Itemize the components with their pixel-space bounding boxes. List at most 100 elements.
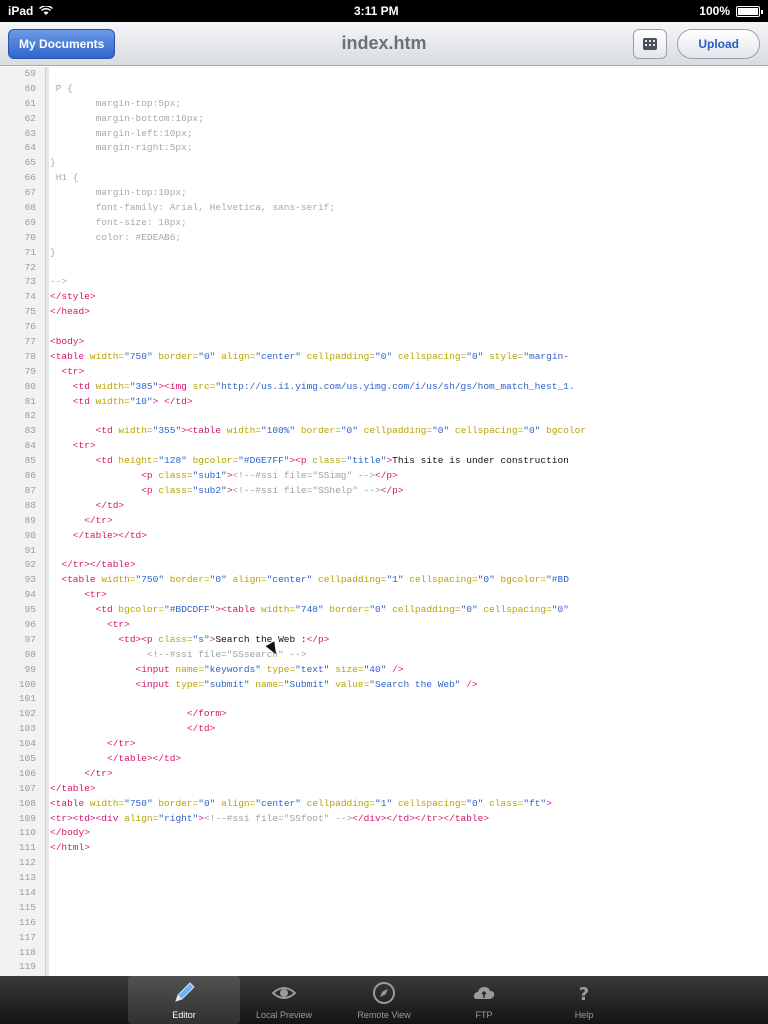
code-line[interactable]: 116 xyxy=(0,916,768,931)
code-line[interactable]: 74 </style> xyxy=(0,290,768,305)
line-number: 113 xyxy=(18,872,36,884)
code-line[interactable]: 106 </tr> xyxy=(0,767,768,782)
code-token: </p> xyxy=(380,484,404,496)
code-line[interactable]: 101 xyxy=(0,692,768,707)
code-line[interactable]: 80 <td width="385"><img src="http://us.i… xyxy=(0,380,768,395)
code-line[interactable]: 82 xyxy=(0,409,768,424)
tab-label: Editor xyxy=(172,1010,196,1020)
code-line[interactable]: 102 </form> xyxy=(0,707,768,722)
code-token: border= xyxy=(158,350,199,362)
tab-local-preview[interactable]: Local Preview xyxy=(228,976,340,1024)
code-text: P { xyxy=(40,82,73,97)
keyboard-button[interactable] xyxy=(633,28,668,59)
code-line[interactable]: 109 <tr><td><div align="right"><!--#ssi f… xyxy=(0,812,768,827)
line-number: 92 xyxy=(24,559,36,571)
code-token: <p xyxy=(50,470,159,482)
code-line[interactable]: 85 <td height="128" bgcolor="#D6E7FF"><p… xyxy=(0,454,768,469)
code-line[interactable]: 83 <td width="355"><table width="100%" b… xyxy=(0,424,768,439)
code-token: "750" xyxy=(124,350,159,362)
code-line[interactable]: 81 <td width="10"> </td> xyxy=(0,395,768,410)
line-number: 112 xyxy=(18,857,36,869)
code-line[interactable]: 92 </tr></table> xyxy=(0,558,768,573)
code-line[interactable]: 90 </table></td> xyxy=(0,529,768,544)
code-line[interactable]: 76 xyxy=(0,320,768,335)
code-token: <body> xyxy=(50,336,85,348)
code-line[interactable]: 108 <table width="750" border="0" align="… xyxy=(0,797,768,812)
code-token: font-size: 18px; xyxy=(50,216,187,228)
code-line[interactable]: 70 color: #EDEAB6; xyxy=(0,231,768,246)
code-line[interactable]: 110 </body> xyxy=(0,826,768,841)
code-line[interactable]: 98 <!--#ssi file="SSsearch" --> xyxy=(0,648,768,663)
code-line[interactable]: 103 </td> xyxy=(0,722,768,737)
code-text: <table width="750" border="0" align="cen… xyxy=(40,350,569,365)
tab-remote-view[interactable]: Remote View xyxy=(328,976,440,1024)
code-text: </td> xyxy=(40,499,125,514)
code-area[interactable]: 59 60 P {61 margin-top:5px; 62 margin-bott… xyxy=(0,67,768,976)
upload-button[interactable]: Upload xyxy=(677,28,760,59)
code-text: </table></td> xyxy=(40,529,147,544)
code-line[interactable]: 86 <p class="sub1"><!--#ssi file="SSimg"… xyxy=(0,469,768,484)
code-line[interactable]: 64 margin-right:5px; xyxy=(0,141,768,156)
code-line[interactable]: 117 xyxy=(0,931,768,946)
code-text: <td><p class="s">Search the Web :</p> xyxy=(40,633,329,648)
code-token: width= xyxy=(260,604,296,616)
code-line[interactable]: 68 font-family: Arial, Helvetica, sans-s… xyxy=(0,201,768,216)
code-line[interactable]: 113 xyxy=(0,871,768,886)
code-line[interactable]: 79 <tr> xyxy=(0,365,768,380)
code-line[interactable]: 60 P { xyxy=(0,82,768,97)
code-line[interactable]: 89 </tr> xyxy=(0,514,768,529)
code-line[interactable]: 67 margin-top:10px; xyxy=(0,186,768,201)
code-line[interactable]: 73 --> xyxy=(0,275,768,290)
code-line[interactable]: 114 xyxy=(0,886,768,901)
line-number: 101 xyxy=(18,693,36,705)
code-line[interactable]: 78 <table width="750" border="0" align="c… xyxy=(0,350,768,365)
code-line[interactable]: 63 margin-left:10px; xyxy=(0,127,768,142)
code-line[interactable]: 84 <tr> xyxy=(0,439,768,454)
code-line[interactable]: 94 <tr> xyxy=(0,588,768,603)
code-line[interactable]: 111 </html> xyxy=(0,841,768,856)
code-token: "40" xyxy=(363,663,393,675)
code-token: cellspacing= xyxy=(409,574,478,586)
code-line[interactable]: 59 xyxy=(0,67,768,82)
tab-editor[interactable]: Editor xyxy=(128,976,240,1024)
code-line[interactable]: 107 </table> xyxy=(0,782,768,797)
code-line[interactable]: 65} xyxy=(0,156,768,171)
code-line[interactable]: 69 font-size: 18px; xyxy=(0,216,768,231)
code-token: "sub2" xyxy=(192,484,227,496)
code-line[interactable]: 87 <p class="sub2"><!--#ssi file="SShelp… xyxy=(0,484,768,499)
code-line[interactable]: 95 <td bgcolor="#BDCDFF"><table width="7… xyxy=(0,603,768,618)
code-line[interactable]: 61 margin-top:5px; xyxy=(0,97,768,112)
code-line[interactable]: 72 xyxy=(0,261,768,276)
code-editor[interactable]: 59 60 P {61 margin-top:5px; 62 margin-bott… xyxy=(0,67,768,976)
code-line[interactable]: 75 </head> xyxy=(0,305,768,320)
code-line[interactable]: 96 <tr> xyxy=(0,618,768,633)
code-line[interactable]: 112 xyxy=(0,856,768,871)
code-text: </form> xyxy=(40,707,227,722)
my-documents-button[interactable]: My Documents xyxy=(8,28,116,59)
code-line[interactable]: 88 </td> xyxy=(0,499,768,514)
code-text: color: #EDEAB6; xyxy=(40,231,182,246)
code-line[interactable]: 66 H1 { xyxy=(0,171,768,186)
code-line[interactable]: 77 <body> xyxy=(0,335,768,350)
code-token: <td xyxy=(50,380,96,392)
code-line[interactable]: 71} xyxy=(0,246,768,261)
tab-ftp[interactable]: FTP xyxy=(428,976,540,1024)
code-token: <!--#ssi file="SSimg" --> xyxy=(232,470,375,482)
code-line[interactable]: 93 <table width="750" border="0" align="… xyxy=(0,573,768,588)
code-line[interactable]: 97 <td><p class="s">Search the Web :</p> xyxy=(0,633,768,648)
code-token: </tr></table> xyxy=(50,559,136,571)
code-line[interactable]: 115 xyxy=(0,901,768,916)
code-token: --> xyxy=(50,276,68,288)
code-line[interactable]: 104 </tr> xyxy=(0,737,768,752)
tab-help[interactable]: ? Help xyxy=(528,976,640,1024)
line-number: 103 xyxy=(18,723,36,735)
code-line[interactable]: 105 </table></td> xyxy=(0,752,768,767)
code-line[interactable]: 100 <input type="submit" name="Submit" v… xyxy=(0,678,768,693)
code-token: "title" xyxy=(346,455,387,467)
code-line[interactable]: 62 margin-bottom:10px; xyxy=(0,112,768,127)
code-line[interactable]: 99 <input name="keywords" type="text" si… xyxy=(0,663,768,678)
code-line[interactable]: 119 xyxy=(0,960,768,975)
code-line[interactable]: 91 xyxy=(0,544,768,559)
code-line[interactable]: 118 xyxy=(0,946,768,961)
code-text: <table width="750" border="0" align="cen… xyxy=(40,573,569,588)
